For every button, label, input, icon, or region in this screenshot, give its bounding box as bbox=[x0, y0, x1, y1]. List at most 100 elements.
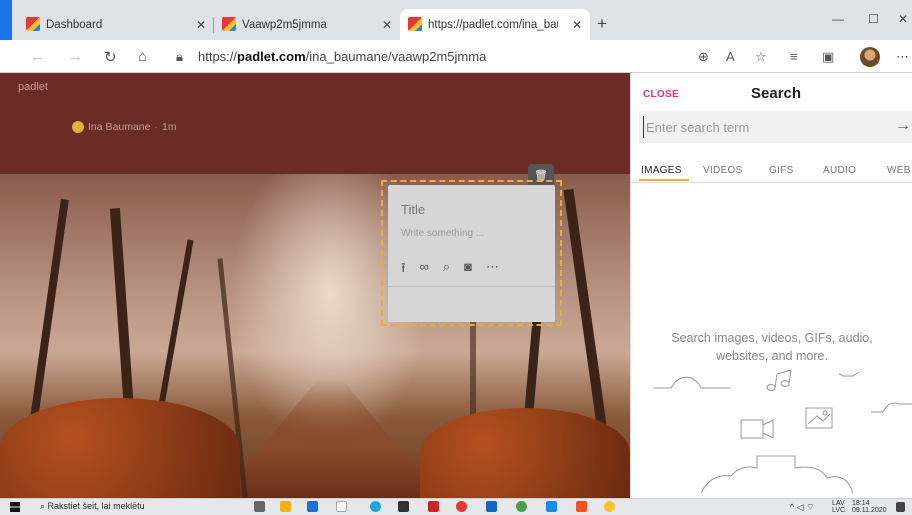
tab-padlet-active[interactable]: https://padlet.com/ina_baumane ✕ bbox=[400, 9, 590, 40]
link-icon[interactable]: ∞ bbox=[420, 259, 429, 281]
task-view-icon[interactable] bbox=[254, 501, 265, 512]
post-time: 1m bbox=[161, 121, 177, 133]
post-body-input[interactable]: Write something ... bbox=[401, 228, 484, 239]
media-illustration bbox=[653, 369, 912, 494]
notifications-icon[interactable] bbox=[896, 502, 905, 512]
window-edge bbox=[0, 0, 12, 40]
collections-icon[interactable]: ▣ bbox=[822, 49, 834, 65]
zoom-icon[interactable]: ⊕ bbox=[698, 49, 709, 65]
search-web-icon[interactable]: ⌕ bbox=[443, 259, 450, 281]
url-path: /ina_baumane/vaawp2m5jmma bbox=[305, 49, 487, 64]
more-menu-icon[interactable]: ⋯ bbox=[896, 49, 909, 65]
app-icon[interactable] bbox=[516, 501, 527, 512]
app-icon[interactable] bbox=[428, 501, 439, 512]
tab-audio[interactable]: AUDIO bbox=[823, 165, 856, 176]
tab-close-icon[interactable]: ✕ bbox=[196, 18, 206, 32]
upload-icon[interactable]: ⭱ bbox=[401, 259, 406, 281]
app-icon[interactable] bbox=[486, 501, 497, 512]
cloud-line-icon bbox=[653, 376, 731, 389]
new-tab-icon[interactable]: + bbox=[597, 14, 607, 34]
search-box: → bbox=[639, 111, 912, 143]
refresh-icon[interactable]: ↻ bbox=[104, 48, 117, 66]
home-icon[interactable]: ⌂ bbox=[138, 48, 147, 65]
post-attachment-toolbar: ⭱ ∞ ⌕ ◙ ⋯ bbox=[401, 259, 499, 281]
video-camera-lens bbox=[762, 419, 774, 439]
chrome-icon[interactable] bbox=[604, 501, 615, 512]
tab-images[interactable]: IMAGES bbox=[641, 165, 682, 176]
edge-icon[interactable] bbox=[370, 501, 381, 512]
tab-dashboard[interactable]: Dashboard ✕ bbox=[18, 9, 214, 40]
card-divider bbox=[388, 286, 555, 287]
taskbar-clock[interactable]: 18:14 09.11.2020 bbox=[852, 500, 887, 514]
new-post-card[interactable]: Title Write something ... ⭱ ∞ ⌕ ◙ ⋯ bbox=[388, 185, 555, 322]
search-input[interactable] bbox=[643, 116, 883, 138]
url-domain: padlet.com bbox=[237, 49, 306, 64]
music-note-icon bbox=[766, 369, 792, 391]
search-hint-text: Search images, videos, GIFs, audio, webs… bbox=[671, 331, 873, 363]
forward-icon[interactable]: → bbox=[68, 48, 83, 65]
store-icon[interactable] bbox=[307, 501, 318, 512]
close-search-button[interactable]: CLOSE bbox=[643, 89, 679, 100]
tab-close-icon[interactable]: ✕ bbox=[572, 18, 582, 32]
read-aloud-icon[interactable]: A bbox=[726, 49, 735, 64]
lock-icon: 🔒︎ bbox=[176, 49, 183, 64]
opera-icon[interactable] bbox=[456, 501, 467, 512]
tab-label: Vaawp2m5jmma bbox=[242, 18, 327, 31]
tab-vaawp[interactable]: Vaawp2m5jmma ✕ bbox=[214, 9, 400, 40]
padlet-favicon-icon bbox=[26, 17, 40, 31]
tab-close-icon[interactable]: ✕ bbox=[382, 18, 392, 32]
url-prefix: https:// bbox=[198, 49, 238, 64]
forest-path bbox=[220, 378, 440, 498]
tab-label: https://padlet.com/ina_baumane bbox=[428, 18, 558, 31]
padlet-board: padlet Ina Baumane · 1m 🗑︎ Title Write s… bbox=[0, 73, 630, 498]
app-icon[interactable] bbox=[546, 501, 557, 512]
tab-web[interactable]: WEB bbox=[887, 165, 911, 176]
padlet-favicon-icon bbox=[408, 17, 422, 31]
clock-date: 09.11.2020 bbox=[852, 507, 887, 514]
system-tray-icons[interactable]: ^ ◁ ⌔ bbox=[790, 502, 815, 513]
profile-avatar[interactable] bbox=[860, 47, 880, 67]
favorites-list-icon[interactable]: ≡ bbox=[790, 49, 798, 64]
document-icon[interactable] bbox=[336, 501, 347, 512]
padlet-header: padlet Ina Baumane · 1m bbox=[0, 73, 630, 174]
author-separator: · bbox=[154, 121, 158, 133]
active-tab-indicator bbox=[639, 179, 689, 181]
author-avatar bbox=[72, 121, 84, 133]
search-panel: CLOSE Search → IMAGES VIDEOS GIFS AUDIO … bbox=[630, 73, 912, 498]
app-icon[interactable] bbox=[576, 501, 587, 512]
autumn-foliage bbox=[420, 408, 630, 498]
taskbar-search[interactable]: ⌕ Rakstiet šeit, lai meklētu bbox=[40, 501, 145, 512]
close-window-icon[interactable]: ✕ bbox=[898, 12, 908, 26]
camera-icon[interactable]: ◙ bbox=[464, 259, 472, 281]
favorite-star-icon[interactable]: ☆ bbox=[755, 49, 767, 65]
search-panel-title: Search bbox=[751, 85, 802, 102]
language-code: LAV bbox=[832, 500, 845, 507]
file-explorer-icon[interactable] bbox=[280, 501, 291, 512]
back-icon[interactable]: ← bbox=[30, 48, 45, 65]
post-title-input[interactable]: Title bbox=[401, 202, 425, 217]
address-bar: ← → ↻ ⌂ 🔒︎ https://padlet.com/ina_bauman… bbox=[0, 40, 912, 73]
windows-taskbar: ⌕ Rakstiet šeit, lai meklētu ^ ◁ ⌔ LAV LV… bbox=[0, 498, 912, 515]
autumn-foliage bbox=[0, 398, 240, 498]
image-icon-mountain bbox=[807, 413, 831, 425]
input-language[interactable]: LAV LVC bbox=[832, 500, 845, 514]
browser-tab-bar: Dashboard ✕ Vaawp2m5jmma ✕ https://padle… bbox=[0, 0, 912, 40]
windows-start-icon[interactable] bbox=[10, 502, 20, 512]
minimize-icon[interactable]: — bbox=[832, 12, 844, 26]
padlet-logo[interactable]: padlet bbox=[18, 81, 48, 93]
clock-time: 18:14 bbox=[852, 500, 870, 507]
url-field[interactable]: https://padlet.com/ina_baumane/vaawp2m5j… bbox=[198, 49, 486, 64]
tab-gifs[interactable]: GIFS bbox=[769, 165, 794, 176]
language-code-2: LVC bbox=[832, 507, 846, 514]
tab-videos[interactable]: VIDEOS bbox=[703, 165, 743, 176]
padlet-favicon-icon bbox=[222, 17, 236, 31]
search-submit-arrow-icon[interactable]: → bbox=[895, 117, 911, 135]
author-info: Ina Baumane · 1m bbox=[72, 121, 177, 133]
image-icon-sun bbox=[822, 410, 828, 416]
video-camera-icon bbox=[740, 419, 764, 439]
app-icon[interactable] bbox=[398, 501, 409, 512]
maximize-icon[interactable]: ☐ bbox=[868, 12, 879, 26]
more-options-icon[interactable]: ⋯ bbox=[486, 259, 499, 281]
box-cloud-icon bbox=[700, 455, 854, 494]
taskbar-search-text: Rakstiet šeit, lai meklētu bbox=[47, 501, 145, 511]
